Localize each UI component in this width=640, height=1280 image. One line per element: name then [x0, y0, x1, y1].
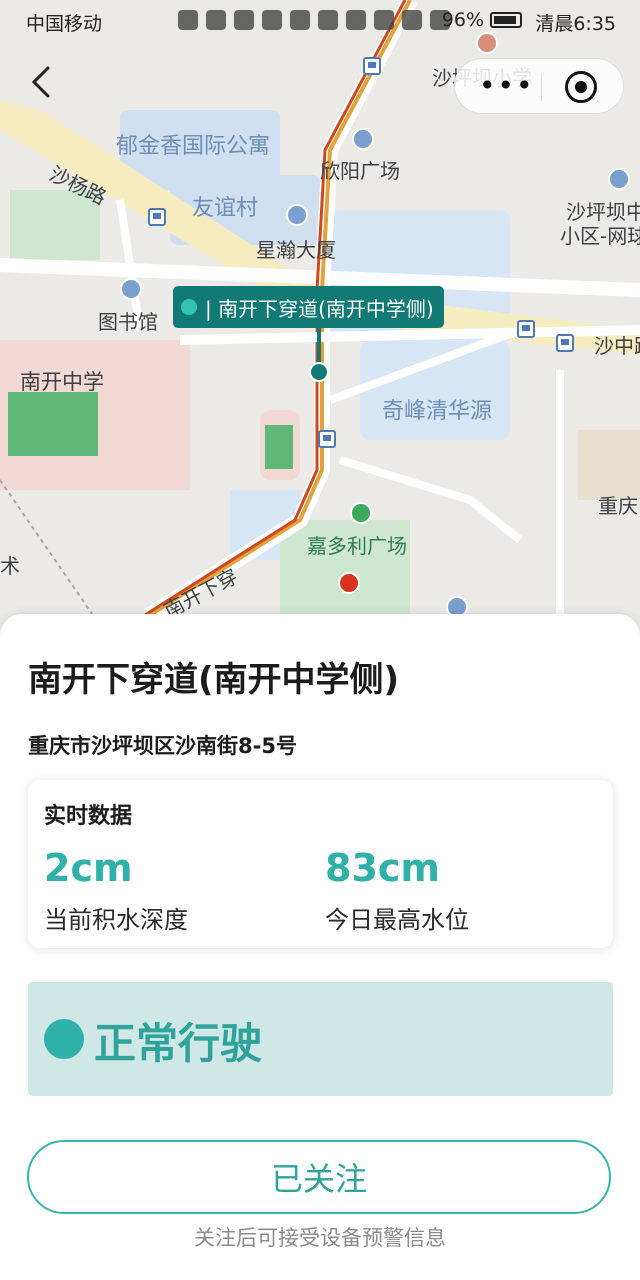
map-label-shu: 术	[0, 554, 20, 578]
status-icons	[178, 10, 450, 30]
realtime-data-title: 实时数据	[44, 804, 133, 829]
map-label-chongqing: 重庆	[598, 494, 638, 518]
map-label-xinghan: 星瀚大厦	[256, 238, 336, 262]
alarm-icon	[374, 10, 394, 30]
mail-icon	[234, 10, 254, 30]
close-target-icon[interactable]	[565, 71, 597, 103]
marker-label-text: | 南开下穿道(南开中学侧)	[205, 296, 434, 321]
nfc-icon	[346, 10, 366, 30]
mini-program-capsule: •••	[454, 58, 624, 114]
more-menu-icon[interactable]: •••	[479, 69, 535, 102]
battery-percent: 96%	[441, 9, 484, 31]
building-poi-icon[interactable]	[352, 128, 374, 150]
status-dot-icon	[44, 1019, 84, 1059]
eye-icon	[318, 10, 338, 30]
map-label-qifeng: 奇峰清华源	[382, 399, 493, 424]
bulb-icon	[290, 10, 310, 30]
library-poi-icon[interactable]	[120, 278, 142, 300]
back-arrow-icon[interactable]	[24, 62, 64, 102]
battery-icon	[490, 12, 522, 28]
bus-stop-icon[interactable]	[318, 430, 336, 448]
location-pin-icon[interactable]	[309, 362, 329, 382]
map-label-xiaoqu: 小区-网球	[560, 224, 640, 248]
max-level-value: 83cm	[325, 846, 441, 890]
map-label-yujinxiang: 郁金香国际公寓	[116, 134, 271, 159]
follow-hint: 关注后可接受设备预警信息	[194, 1226, 446, 1250]
bus-stop-icon[interactable]	[556, 334, 574, 352]
map-label-nankai-school: 南开中学	[20, 370, 104, 394]
carrier-label: 中国移动	[26, 13, 103, 35]
shield-icon	[178, 10, 198, 30]
location-marker-label[interactable]: | 南开下穿道(南开中学侧)	[173, 286, 444, 328]
restaurant-poi-icon[interactable]	[338, 572, 360, 594]
realtime-data-card: 实时数据 2cm 当前积水深度 83cm 今日最高水位	[28, 780, 613, 948]
marker-dot-icon	[181, 299, 197, 315]
building-poi-icon[interactable]	[286, 204, 308, 226]
park-poi-icon[interactable]	[350, 502, 372, 524]
map-label-xinyang: 欣阳广场	[320, 159, 400, 183]
location-address: 重庆市沙坪坝区沙南街8-5号	[28, 734, 297, 758]
map-label-jiaduoli: 嘉多利广场	[307, 534, 407, 558]
map-label-youyi: 友谊村	[192, 196, 259, 221]
traffic-status-text: 正常行驶	[94, 1019, 263, 1068]
bus-stop-icon[interactable]	[363, 57, 381, 75]
bus-stop-icon[interactable]	[148, 208, 166, 226]
map-label-library: 图书馆	[98, 310, 158, 334]
current-depth-label: 当前积水深度	[44, 906, 188, 934]
status-time: 清晨6:35	[535, 13, 616, 35]
capsule-divider	[541, 73, 542, 101]
user-icon	[206, 10, 226, 30]
traffic-status-banner: 正常行驶	[28, 982, 613, 1096]
current-depth-value: 2cm	[44, 846, 133, 890]
bus-stop-icon[interactable]	[517, 320, 535, 338]
bluetooth-icon	[402, 10, 422, 30]
max-level-label: 今日最高水位	[325, 906, 469, 934]
building-poi-icon[interactable]	[608, 168, 630, 190]
location-title: 南开下穿道(南开中学侧)	[28, 660, 400, 700]
follow-button[interactable]: 已关注	[27, 1140, 611, 1214]
map-label-shazhong: 沙中路	[594, 334, 640, 358]
status-bar: 中国移动 96% 清晨6:35	[0, 0, 640, 44]
alipay-icon	[262, 10, 282, 30]
